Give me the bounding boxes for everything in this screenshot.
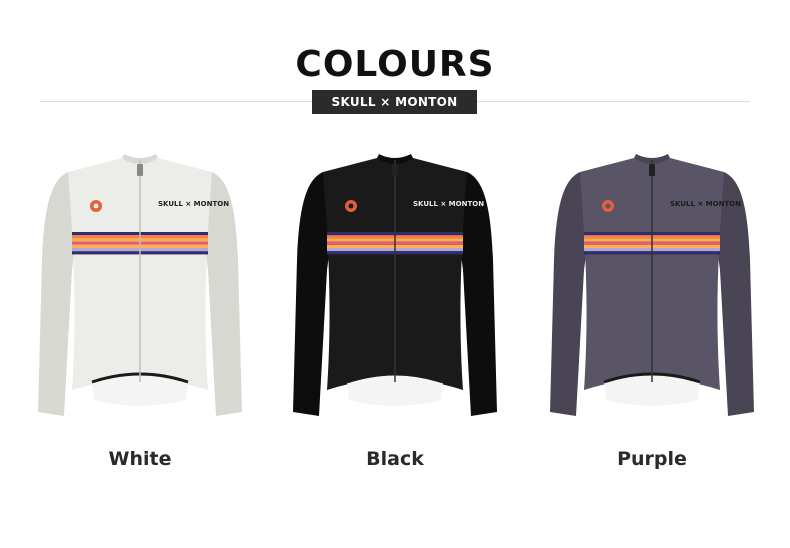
brand-emblem-icon-center xyxy=(348,203,354,209)
product-white[interactable]: SKULL × MONTON White xyxy=(30,150,250,480)
brand-badge: SKULL × MONTON xyxy=(312,90,477,114)
jersey-logo-text: SKULL × MONTON xyxy=(670,200,741,208)
jersey-image: SKULL × MONTON xyxy=(550,154,754,416)
zipper-pull xyxy=(137,164,143,176)
product-purple[interactable]: SKULL × MONTON Purple xyxy=(542,150,762,480)
jersey-logo-text: SKULL × MONTON xyxy=(158,200,229,208)
colour-label: Purple xyxy=(617,448,687,470)
colour-label: White xyxy=(108,448,172,470)
page-title: COLOURS xyxy=(295,44,495,85)
product-black[interactable]: SKULL × MONTON Black xyxy=(285,150,505,480)
brand-emblem-icon-center xyxy=(605,203,611,209)
jersey-image: SKULL × MONTON xyxy=(293,154,497,416)
jersey-image: SKULL × MONTON xyxy=(38,154,242,416)
jersey-logo-text: SKULL × MONTON xyxy=(413,200,484,208)
zipper-pull xyxy=(649,164,655,176)
zipper-pull xyxy=(392,164,398,176)
colour-label: Black xyxy=(366,448,424,470)
brand-emblem-icon-center xyxy=(93,203,99,209)
